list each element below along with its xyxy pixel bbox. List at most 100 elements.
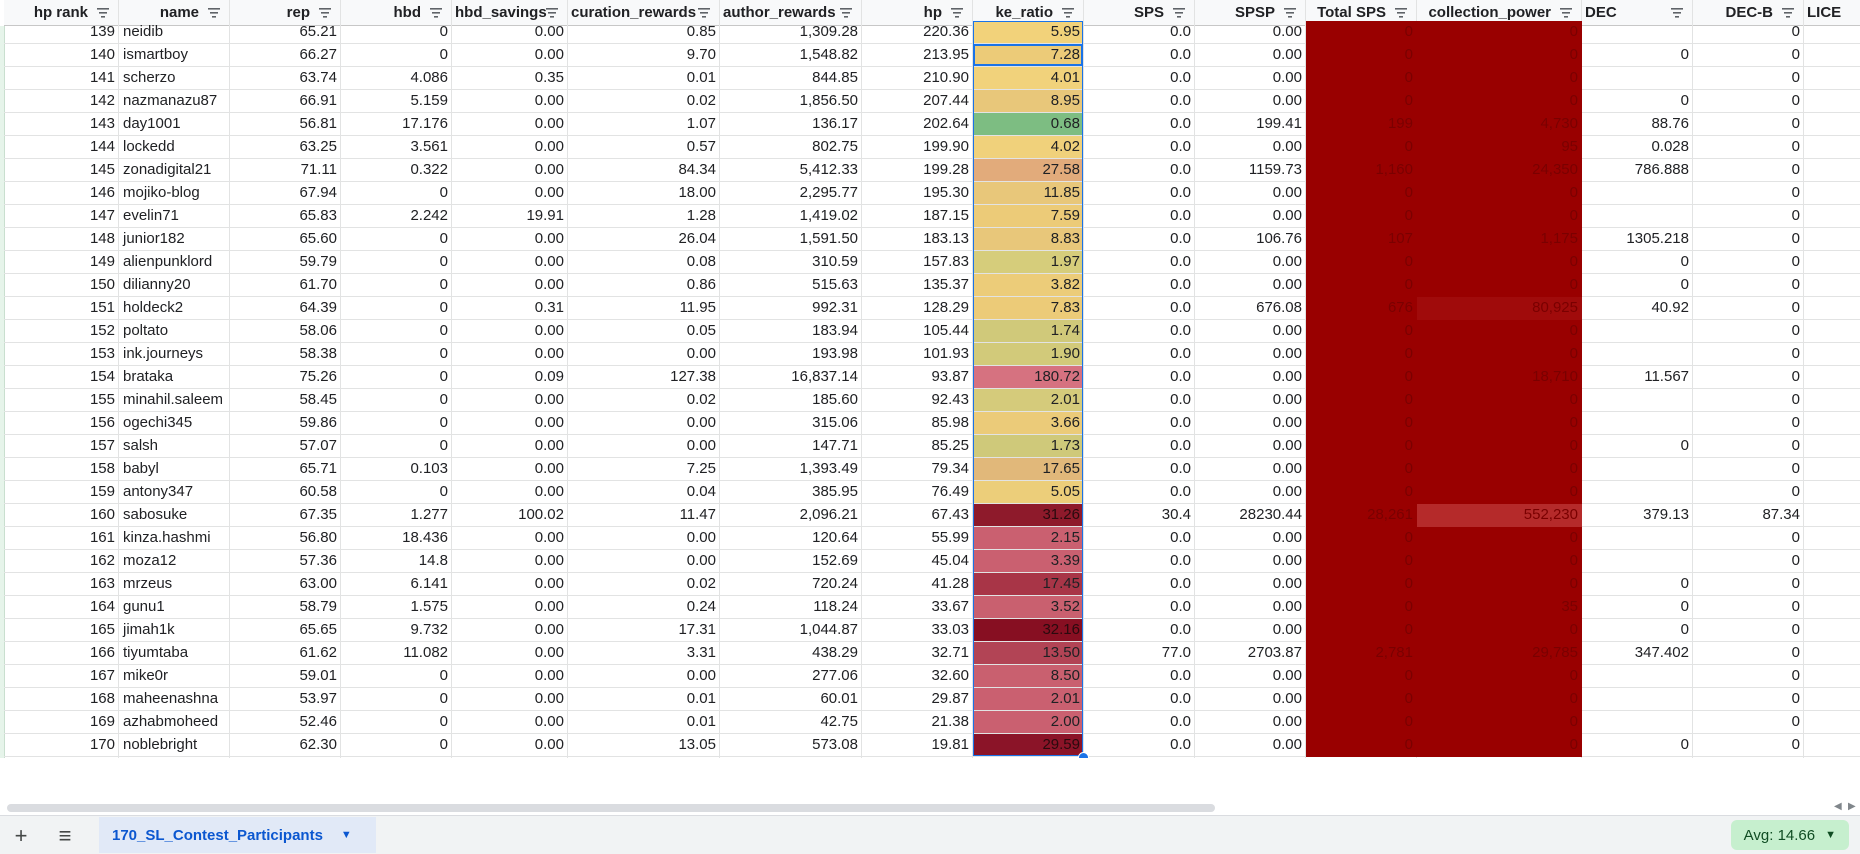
cell-sps[interactable]: 0.0 (1084, 596, 1195, 619)
cell-spsp[interactable]: 0.00 (1195, 596, 1306, 619)
cell-spsp[interactable]: 0.00 (1195, 274, 1306, 297)
cell-sps[interactable]: 77.0 (1084, 642, 1195, 665)
cell-dec[interactable]: 0 (1582, 619, 1693, 642)
filter-icon[interactable] (207, 6, 221, 20)
cell-spsp[interactable]: 2703.87 (1195, 642, 1306, 665)
cell-hp-rank[interactable]: 153 (4, 343, 119, 366)
cell-hp-rank[interactable]: 160 (4, 504, 119, 527)
filter-icon[interactable] (697, 6, 711, 20)
filter-icon[interactable] (1559, 6, 1573, 20)
cell-name[interactable]: ogechi345 (119, 412, 230, 435)
cell-hp-rank[interactable]: 146 (4, 182, 119, 205)
cell-hbd[interactable]: 0 (341, 320, 452, 343)
cell-total-sps[interactable]: 0 (1306, 458, 1417, 481)
cell-lice[interactable] (1804, 228, 1860, 251)
cell-collection-power[interactable]: 552,230 (1417, 504, 1582, 527)
table-row[interactable]: 144 lockedd 63.25 3.561 0.00 0.57 802.75 199.90… (4, 136, 1860, 159)
cell-hp-rank[interactable]: 149 (4, 251, 119, 274)
cell-hp-rank[interactable]: 168 (4, 688, 119, 711)
cell-collection-power[interactable]: 0 (1417, 320, 1582, 343)
cell-hbd-savings[interactable]: 0.00 (452, 688, 568, 711)
cell-hp[interactable]: 85.98 (862, 412, 973, 435)
cell-author-rewards[interactable]: 802.75 (720, 136, 862, 159)
table-row[interactable]: 153 ink.journeys 58.38 0 0.00 0.00 193.98 101.9… (4, 343, 1860, 366)
cell-dec-b[interactable]: 0 (1693, 182, 1804, 205)
cell-collection-power[interactable]: 24,350 (1417, 159, 1582, 182)
cell-total-sps[interactable]: 0 (1306, 67, 1417, 90)
cell-rep[interactable]: 59.79 (230, 251, 341, 274)
cell-hp-rank[interactable]: 164 (4, 596, 119, 619)
cell-rep[interactable]: 65.60 (230, 228, 341, 251)
cell-dec[interactable]: 0.028 (1582, 136, 1693, 159)
cell-dec[interactable] (1582, 412, 1693, 435)
cell-curation-rewards[interactable]: 18.00 (568, 182, 720, 205)
cell-rep[interactable]: 66.91 (230, 90, 341, 113)
table-row[interactable]: 146 mojiko-blog 67.94 0 0.00 18.00 2,295.77 195… (4, 182, 1860, 205)
cell-spsp[interactable]: 0.00 (1195, 458, 1306, 481)
cell-sps[interactable]: 30.4 (1084, 504, 1195, 527)
cell-hbd[interactable]: 0 (341, 734, 452, 757)
cell-hp-rank[interactable]: 147 (4, 205, 119, 228)
table-row[interactable]: 161 kinza.hashmi 56.80 18.436 0.00 0.00 120.64… (4, 527, 1860, 550)
cell-curation-rewards[interactable]: 0.00 (568, 435, 720, 458)
cell-dec-b[interactable]: 0 (1693, 366, 1804, 389)
cell-curation-rewards[interactable]: 0.86 (568, 274, 720, 297)
cell-hbd[interactable]: 14.8 (341, 550, 452, 573)
cell-dec-b[interactable]: 0 (1693, 389, 1804, 412)
cell-total-sps[interactable]: 0 (1306, 90, 1417, 113)
cell-sps[interactable]: 0.0 (1084, 136, 1195, 159)
cell-hp-rank[interactable]: 145 (4, 159, 119, 182)
cell-lice[interactable] (1804, 734, 1860, 757)
cell-total-sps[interactable]: 0 (1306, 251, 1417, 274)
all-sheets-button[interactable]: ≡ (52, 823, 78, 849)
cell-rep[interactable]: 58.79 (230, 596, 341, 619)
table-row[interactable]: 169 azhabmoheed 52.46 0 0.00 0.01 42.75 21.38 2.… (4, 711, 1860, 734)
filter-icon[interactable] (1172, 6, 1186, 20)
cell-dec-b[interactable]: 0 (1693, 251, 1804, 274)
cell-curation-rewards[interactable]: 7.25 (568, 458, 720, 481)
table-row[interactable]: 142 nazmanazu87 66.91 5.159 0.00 0.02 1,856.50… (4, 90, 1860, 113)
cell-lice[interactable] (1804, 90, 1860, 113)
cell-name[interactable]: mike0r (119, 665, 230, 688)
cell-author-rewards[interactable]: 183.94 (720, 320, 862, 343)
cell-dec[interactable]: 11.567 (1582, 366, 1693, 389)
cell-name[interactable]: tiyumtaba (119, 642, 230, 665)
cell-dec-b[interactable]: 0 (1693, 596, 1804, 619)
cell-curation-rewards[interactable]: 0.57 (568, 136, 720, 159)
cell-dec[interactable] (1582, 665, 1693, 688)
cell-rep[interactable]: 75.26 (230, 366, 341, 389)
cell-rep[interactable]: 59.01 (230, 665, 341, 688)
cell-rep[interactable]: 63.74 (230, 67, 341, 90)
cell-total-sps[interactable]: 0 (1306, 665, 1417, 688)
cell-dec[interactable] (1582, 527, 1693, 550)
cell-curation-rewards[interactable]: 13.05 (568, 734, 720, 757)
sheet-tab[interactable]: 170_SL_Contest_Participants ▼ (99, 817, 376, 853)
cell-collection-power[interactable]: 0 (1417, 44, 1582, 67)
cell-dec-b[interactable]: 0 (1693, 435, 1804, 458)
cell-lice[interactable] (1804, 619, 1860, 642)
cell-rep[interactable]: 58.06 (230, 320, 341, 343)
cell-collection-power[interactable]: 0 (1417, 481, 1582, 504)
cell-sps[interactable]: 0.0 (1084, 251, 1195, 274)
cell-name[interactable]: brataka (119, 366, 230, 389)
cell-total-sps[interactable]: 0 (1306, 274, 1417, 297)
cell-collection-power[interactable]: 0 (1417, 688, 1582, 711)
cell-author-rewards[interactable]: 60.01 (720, 688, 862, 711)
cell-author-rewards[interactable]: 438.29 (720, 642, 862, 665)
cell-dec-b[interactable]: 0 (1693, 642, 1804, 665)
cell-spsp[interactable]: 0.00 (1195, 21, 1306, 44)
cell-sps[interactable]: 0.0 (1084, 159, 1195, 182)
cell-hbd[interactable]: 17.176 (341, 113, 452, 136)
cell-spsp[interactable]: 0.00 (1195, 619, 1306, 642)
cell-lice[interactable] (1804, 67, 1860, 90)
cell-author-rewards[interactable]: 573.08 (720, 734, 862, 757)
cell-rep[interactable]: 61.62 (230, 642, 341, 665)
cell-curation-rewards[interactable]: 0.05 (568, 320, 720, 343)
cell-hbd-savings[interactable]: 0.00 (452, 44, 568, 67)
table-row[interactable]: 158 babyl 65.71 0.103 0.00 7.25 1,393.49 79.34 1… (4, 458, 1860, 481)
cell-dec[interactable] (1582, 481, 1693, 504)
cell-lice[interactable] (1804, 550, 1860, 573)
filter-icon[interactable] (1781, 6, 1795, 20)
cell-total-sps[interactable]: 0 (1306, 44, 1417, 67)
cell-rep[interactable]: 57.07 (230, 435, 341, 458)
